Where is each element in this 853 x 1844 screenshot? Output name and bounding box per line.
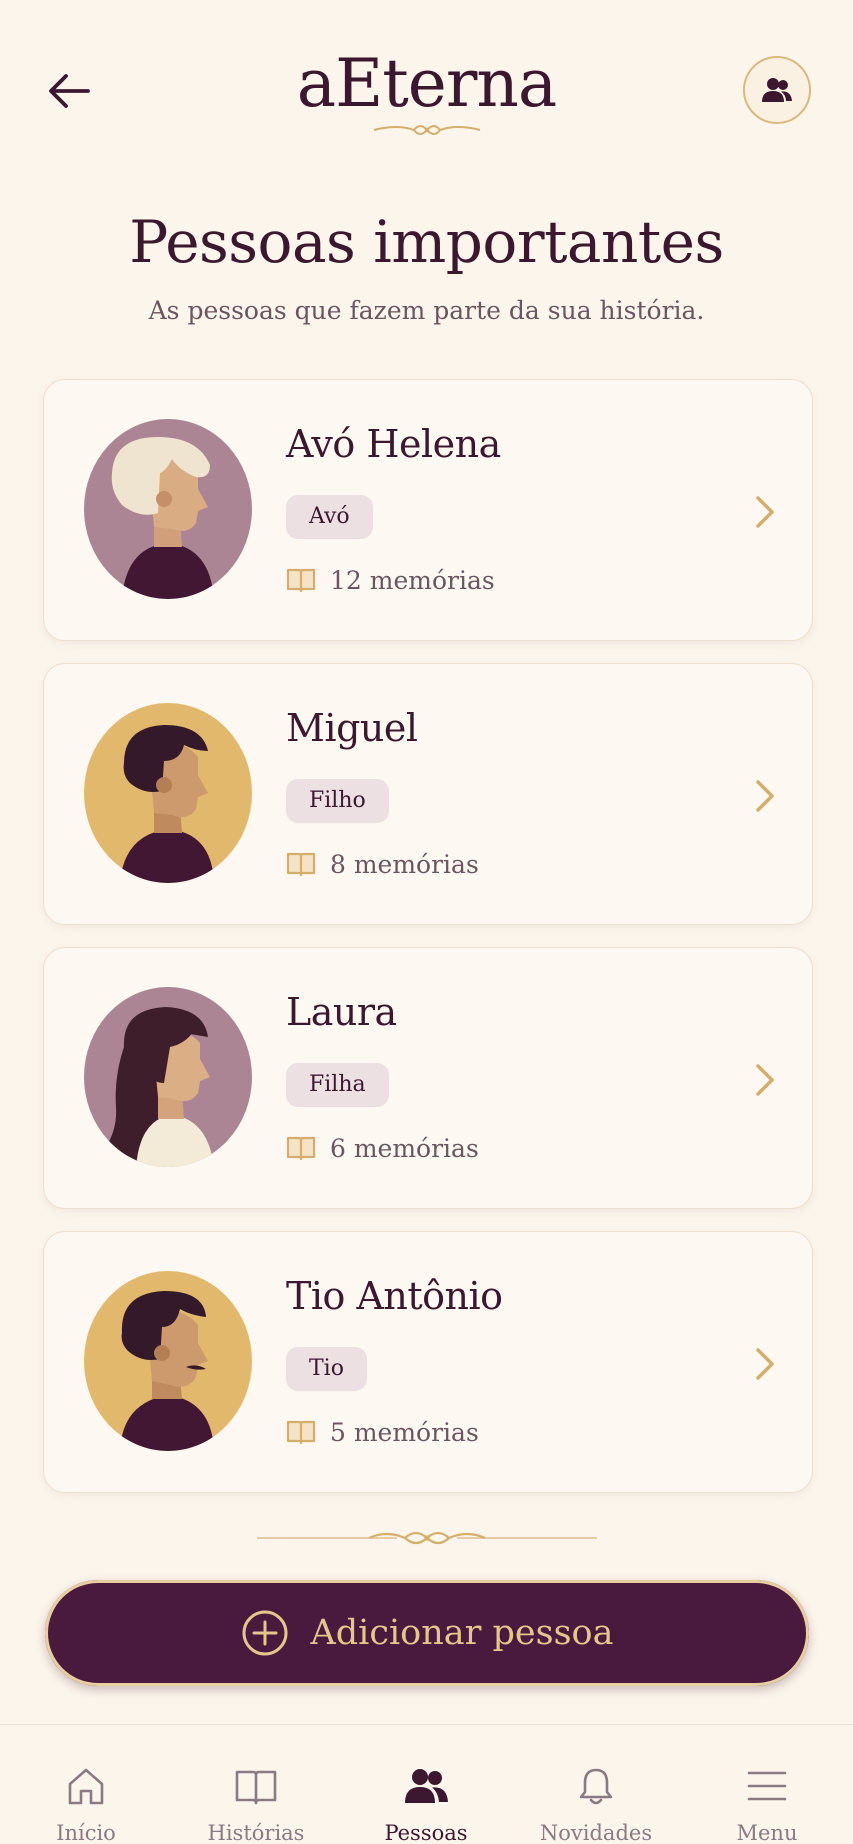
person-card[interactable]: Laura Filha 6 memórias bbox=[43, 947, 813, 1209]
chevron-right-icon bbox=[756, 496, 774, 528]
avatar bbox=[84, 703, 252, 883]
tab-label: Pessoas bbox=[384, 1821, 468, 1844]
person-name: Miguel bbox=[286, 706, 418, 750]
tab-label: Novidades bbox=[539, 1821, 653, 1844]
person-name: Tio Antônio bbox=[286, 1274, 503, 1318]
person-card[interactable]: Miguel Filho 8 memórias bbox=[43, 663, 813, 925]
tab-menu[interactable]: Menu bbox=[692, 1725, 842, 1844]
home-icon bbox=[68, 1768, 104, 1805]
memory-count: 12 memórias bbox=[286, 565, 495, 595]
chevron-right-icon bbox=[756, 1348, 774, 1380]
person-card[interactable]: Avó Helena Avó 12 memórias bbox=[43, 379, 813, 641]
divider-ornament bbox=[0, 1526, 853, 1554]
memory-count: 5 memórias bbox=[286, 1417, 479, 1447]
relation-tag: Filha bbox=[286, 1063, 389, 1107]
relation-tag: Filho bbox=[286, 779, 389, 823]
page-subtitle: As pessoas que fazem parte da sua histór… bbox=[148, 296, 705, 325]
tab-historias[interactable]: Histórias bbox=[181, 1725, 331, 1844]
memory-count: 8 memórias bbox=[286, 849, 479, 879]
people-icon bbox=[405, 1769, 448, 1803]
tab-label: Início bbox=[56, 1821, 116, 1844]
book-icon bbox=[286, 852, 316, 877]
brand-title: aEterna bbox=[296, 45, 558, 122]
person-name: Avó Helena bbox=[286, 422, 501, 466]
person-card[interactable]: Tio Antônio Tio 5 memórias bbox=[43, 1231, 813, 1493]
profile-button[interactable] bbox=[743, 56, 811, 124]
page-title: Pessoas importantes bbox=[129, 208, 724, 276]
memory-count-label: 5 memórias bbox=[330, 1417, 479, 1447]
relation-tag: Avó bbox=[286, 495, 373, 539]
relation-tag: Tio bbox=[286, 1347, 367, 1391]
flourish-ornament-icon bbox=[256, 1531, 597, 1545]
avatar bbox=[84, 419, 252, 599]
memory-count-label: 6 memórias bbox=[330, 1133, 479, 1163]
brand-logo: aEterna bbox=[0, 48, 853, 140]
tab-inicio[interactable]: Início bbox=[11, 1725, 161, 1844]
memory-count-label: 8 memórias bbox=[330, 849, 479, 879]
memory-count: 6 memórias bbox=[286, 1133, 479, 1163]
people-icon bbox=[762, 78, 792, 102]
book-icon bbox=[286, 1420, 316, 1445]
book-icon bbox=[286, 1136, 316, 1161]
plus-circle-icon bbox=[242, 1610, 287, 1656]
avatar bbox=[84, 987, 252, 1167]
bell-icon bbox=[579, 1768, 613, 1805]
menu-icon bbox=[747, 1771, 787, 1801]
chevron-right-icon bbox=[756, 1064, 774, 1096]
tab-novidades[interactable]: Novidades bbox=[521, 1725, 671, 1844]
book-icon bbox=[286, 568, 316, 593]
memory-count-label: 12 memórias bbox=[330, 565, 495, 595]
flourish-ornament-icon bbox=[373, 125, 480, 135]
book-icon bbox=[235, 1770, 277, 1805]
tab-label: Menu bbox=[736, 1821, 798, 1844]
avatar bbox=[84, 1271, 252, 1451]
bottom-tab-bar: Início Histórias Pessoas Novidades Menu bbox=[0, 1724, 853, 1844]
tab-pessoas[interactable]: Pessoas bbox=[351, 1725, 501, 1844]
tab-label: Histórias bbox=[207, 1821, 305, 1844]
chevron-right-icon bbox=[756, 780, 774, 812]
add-person-button[interactable]: Adicionar pessoa bbox=[45, 1580, 809, 1686]
add-person-label: Adicionar pessoa bbox=[310, 1613, 614, 1653]
person-name: Laura bbox=[286, 990, 397, 1034]
app-header: aEterna bbox=[0, 0, 853, 150]
